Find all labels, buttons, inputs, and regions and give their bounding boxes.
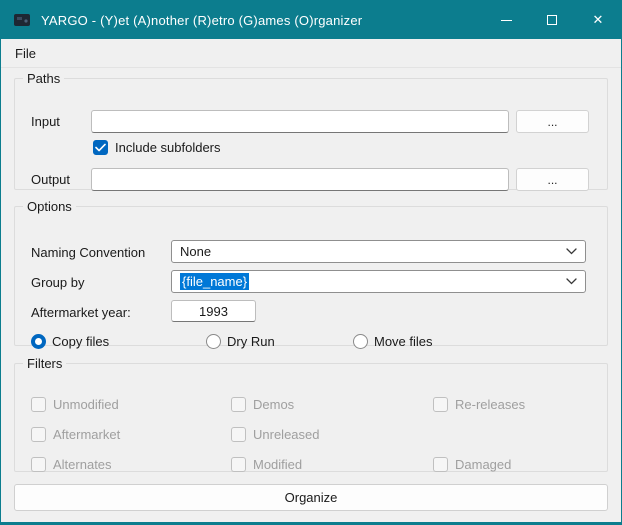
radio-dry-run-label: Dry Run — [227, 334, 275, 349]
naming-convention-value: None — [180, 244, 212, 259]
options-group: Options Naming Convention None Group by … — [14, 199, 608, 349]
output-browse-button[interactable]: ... — [516, 168, 589, 191]
caption-buttons: ✕ — [483, 1, 621, 39]
radio-unselected-icon — [353, 334, 368, 349]
filter-demos-checkbox — [231, 397, 246, 412]
filter-modified-label: Modified — [253, 457, 303, 472]
input-label: Input — [31, 114, 60, 129]
app-window: YARGO - (Y)et (A)nother (R)etro (G)ames … — [0, 0, 622, 525]
filter-unmodified-checkbox — [31, 397, 46, 412]
radio-move-files[interactable]: Move files — [353, 334, 433, 349]
app-icon — [13, 11, 31, 29]
naming-convention-select[interactable]: None — [171, 240, 586, 263]
radio-copy-files[interactable]: Copy files — [31, 334, 109, 349]
include-subfolders-label: Include subfolders — [115, 140, 221, 155]
filter-unreleased-label: Unreleased — [253, 427, 320, 442]
minimize-button[interactable] — [483, 1, 529, 39]
input-path-field[interactable] — [91, 110, 509, 133]
menu-bar: File — [1, 39, 621, 68]
filter-item-unmodified: Unmodified — [31, 397, 119, 412]
include-subfolders[interactable]: Include subfolders — [93, 140, 221, 155]
options-legend: Options — [27, 199, 72, 214]
radio-copy-files-label: Copy files — [52, 334, 110, 349]
filter-alternates-checkbox — [31, 457, 46, 472]
group-by-value: {file_name} — [180, 273, 250, 290]
filter-aftermarket-checkbox — [31, 427, 46, 442]
filter-item-demos: Demos — [231, 397, 294, 412]
titlebar[interactable]: YARGO - (Y)et (A)nother (R)etro (G)ames … — [1, 1, 621, 39]
filter-item-aftermarket: Aftermarket — [31, 427, 120, 442]
paths-group: Paths Input ... Include subfolders Outpu… — [14, 71, 608, 191]
filter-item-re-releases: Re-releases — [433, 397, 525, 412]
filters-legend: Filters — [27, 356, 63, 371]
minimize-icon — [500, 19, 512, 21]
chevron-down-icon — [566, 278, 577, 285]
filter-demos-label: Demos — [253, 397, 295, 412]
window-title: YARGO - (Y)et (A)nother (R)etro (G)ames … — [41, 12, 363, 28]
filter-item-modified: Modified — [231, 457, 302, 472]
check-icon — [95, 143, 106, 152]
filter-item-unreleased: Unreleased — [231, 427, 320, 442]
input-browse-button[interactable]: ... — [516, 110, 589, 133]
naming-convention-label: Naming Convention — [31, 245, 146, 260]
paths-legend: Paths — [27, 71, 61, 86]
close-button[interactable]: ✕ — [575, 1, 621, 39]
filter-damaged-label: Damaged — [455, 457, 512, 472]
aftermarket-year-label: Aftermarket year: — [31, 305, 131, 320]
filter-modified-checkbox — [231, 457, 246, 472]
filter-re-releases-label: Re-releases — [455, 397, 526, 412]
radio-dry-run[interactable]: Dry Run — [206, 334, 275, 349]
radio-unselected-icon — [206, 334, 221, 349]
organize-button[interactable]: Organize — [14, 484, 608, 511]
maximize-button[interactable] — [529, 1, 575, 39]
filter-unreleased-checkbox — [231, 427, 246, 442]
filter-alternates-label: Alternates — [53, 457, 112, 472]
filter-unmodified-label: Unmodified — [53, 397, 119, 412]
filters-group: Filters Unmodified Demos Re-releases Aft… — [14, 356, 608, 472]
radio-move-files-label: Move files — [374, 334, 433, 349]
filter-aftermarket-label: Aftermarket — [53, 427, 121, 442]
maximize-icon — [547, 15, 557, 25]
aftermarket-year-field[interactable] — [171, 300, 256, 322]
close-icon: ✕ — [592, 12, 604, 27]
filter-damaged-checkbox — [433, 457, 448, 472]
group-by-label: Group by — [31, 275, 85, 290]
output-path-field[interactable] — [91, 168, 509, 191]
chevron-down-icon — [566, 248, 577, 255]
include-subfolders-checkbox[interactable] — [93, 140, 108, 155]
radio-selected-icon — [31, 334, 46, 349]
filter-re-releases-checkbox — [433, 397, 448, 412]
output-label: Output — [31, 172, 71, 187]
filter-item-damaged: Damaged — [433, 457, 511, 472]
group-by-select[interactable]: {file_name} — [171, 270, 586, 293]
menu-file[interactable]: File — [6, 41, 45, 66]
filter-item-alternates: Alternates — [31, 457, 112, 472]
